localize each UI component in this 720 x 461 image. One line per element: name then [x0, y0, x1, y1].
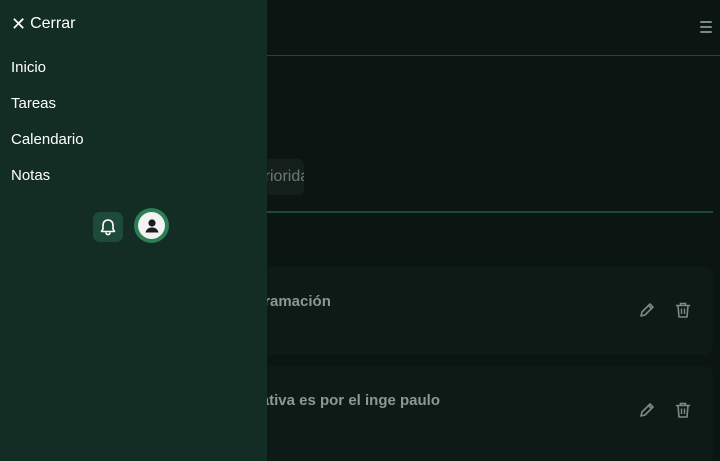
nav-item-inicio[interactable]: Inicio [11, 59, 46, 76]
user-avatar-icon [138, 212, 165, 239]
close-icon: ✕ [11, 14, 27, 34]
nav-item-calendario[interactable]: Calendario [11, 131, 84, 148]
hamburger-menu-icon[interactable] [700, 20, 712, 34]
app: Prioridad Programación La actividad cola… [0, 0, 720, 461]
notifications-button[interactable] [93, 212, 123, 242]
edit-icon[interactable] [636, 399, 658, 421]
nav-item-notas[interactable]: Notas [11, 167, 50, 184]
trash-icon[interactable] [672, 399, 694, 421]
section-divider [240, 211, 713, 213]
trash-icon[interactable] [672, 299, 694, 321]
edit-icon[interactable] [636, 299, 658, 321]
side-drawer: ✕ Cerrar Inicio Tareas Calendario Notas [0, 0, 267, 461]
nav-item-tareas[interactable]: Tareas [11, 95, 56, 112]
user-avatar-button[interactable] [134, 208, 169, 243]
close-drawer-button[interactable]: ✕ Cerrar [11, 15, 75, 33]
close-label: Cerrar [30, 15, 76, 32]
task-card: La actividad colaborativa es por el inge… [230, 366, 713, 461]
task-card: Programación [230, 267, 713, 355]
bell-icon [100, 219, 116, 236]
